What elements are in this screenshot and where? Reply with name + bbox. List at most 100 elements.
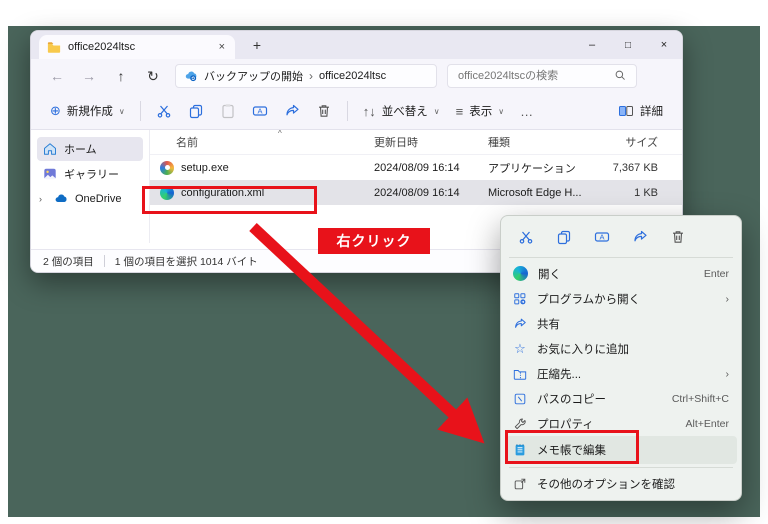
expander-chevron-icon[interactable]: › xyxy=(39,194,47,204)
rename-button[interactable]: A xyxy=(245,98,275,124)
new-button[interactable]: ⊕ 新規作成 ∨ xyxy=(43,98,132,124)
search-box[interactable] xyxy=(447,64,637,88)
menu-item-label: 開く xyxy=(538,268,561,281)
details-label: 詳細 xyxy=(640,106,663,118)
copy-button[interactable] xyxy=(181,98,211,124)
folder-icon xyxy=(47,40,61,54)
annotation-box-configuration-xml xyxy=(142,186,317,214)
svg-text:A: A xyxy=(257,107,262,116)
selection-info: 1 個の項目を選択 1014 バイト xyxy=(114,255,258,268)
edge-icon xyxy=(513,266,528,281)
minimize-button[interactable]: – xyxy=(574,31,610,59)
view-button[interactable]: ≡ 表示 ∨ xyxy=(449,98,511,124)
command-bar: ⊕ 新規作成 ∨ A ↑↓ 並べ替え ∨ ≡ 表示 ∨ … 詳細 xyxy=(31,93,682,130)
menu-item-share[interactable]: 共有 xyxy=(505,311,737,336)
copy-button[interactable] xyxy=(547,224,581,251)
rename-icon: A xyxy=(594,232,610,242)
open-with-icon xyxy=(513,292,527,306)
file-name: setup.exe xyxy=(181,161,229,174)
chevron-right-icon: › xyxy=(309,69,313,83)
menu-item-label: パスのコピー xyxy=(537,393,606,406)
tab-close-icon[interactable]: × xyxy=(217,41,227,53)
sidebar-item-label: ホーム xyxy=(64,144,97,156)
share-icon xyxy=(634,230,647,242)
view-label: 表示 xyxy=(469,106,493,118)
menu-divider xyxy=(509,257,733,258)
menu-shortcut: Enter xyxy=(703,267,729,280)
window-controls: – □ × xyxy=(574,31,682,59)
menu-item-open-with[interactable]: プログラムから開く › xyxy=(505,286,737,311)
cut-button[interactable] xyxy=(509,224,543,251)
delete-button[interactable] xyxy=(661,224,695,251)
share-button[interactable] xyxy=(623,224,657,251)
view-icon: ≡ xyxy=(455,103,464,119)
explorer-tab[interactable]: office2024ltsc × xyxy=(39,35,235,59)
sidebar: ホーム ギャラリー › OneDrive xyxy=(31,130,149,243)
new-tab-button[interactable]: + xyxy=(246,34,268,56)
column-headers: ^ 名前 更新日時 種類 サイズ xyxy=(150,129,682,155)
menu-item-label: プログラムから開く xyxy=(537,293,641,306)
cut-icon xyxy=(156,103,172,119)
cut-button[interactable] xyxy=(149,98,179,124)
column-header-modified[interactable]: 更新日時 xyxy=(374,134,488,150)
file-modified: 2024/08/09 16:14 xyxy=(374,186,460,199)
more-button[interactable]: … xyxy=(513,99,540,124)
sidebar-item-home[interactable]: ホーム xyxy=(37,137,143,161)
chevron-down-icon: ∨ xyxy=(498,106,505,116)
menu-item-show-more-options[interactable]: その他のオプションを確認 xyxy=(505,471,737,496)
zip-folder-icon xyxy=(513,367,527,381)
file-size: 1 KB xyxy=(634,186,658,199)
chevron-down-icon: ∨ xyxy=(118,106,125,116)
delete-button[interactable] xyxy=(309,98,339,124)
breadcrumb-segment[interactable]: バックアップの開始 xyxy=(204,68,303,84)
back-icon[interactable]: ← xyxy=(41,68,73,84)
file-row-setup[interactable]: setup.exe 2024/08/09 16:14 アプリケーション 7,36… xyxy=(150,155,682,180)
submenu-chevron-icon: › xyxy=(725,292,730,305)
column-header-name[interactable]: 名前 xyxy=(150,134,374,150)
plus-circle-icon: ⊕ xyxy=(50,103,61,118)
home-icon xyxy=(43,142,57,156)
svg-text:A: A xyxy=(599,233,604,242)
new-label: 新規作成 xyxy=(66,106,113,118)
sidebar-item-onedrive[interactable]: › OneDrive xyxy=(37,187,143,211)
menu-shortcut: Ctrl+Shift+C xyxy=(671,392,729,405)
sidebar-item-gallery[interactable]: ギャラリー xyxy=(37,162,143,186)
forward-icon[interactable]: → xyxy=(73,68,105,84)
sidebar-item-label: OneDrive xyxy=(75,193,122,205)
toolbar-divider xyxy=(346,101,348,121)
refresh-icon[interactable]: ↻ xyxy=(137,68,169,85)
submenu-chevron-icon: › xyxy=(725,367,730,380)
copy-path-icon xyxy=(513,392,527,406)
breadcrumb[interactable]: バックアップの開始 › office2024ltsc xyxy=(175,64,437,88)
details-pane-button[interactable]: 詳細 xyxy=(611,98,670,124)
sort-button[interactable]: ↑↓ 並べ替え ∨ xyxy=(356,98,447,124)
menu-item-add-favorites[interactable]: ☆ お気に入りに追加 xyxy=(505,336,737,361)
setup-exe-icon xyxy=(160,160,174,175)
sort-icon: ↑↓ xyxy=(362,103,376,119)
file-modified: 2024/08/09 16:14 xyxy=(374,161,460,174)
star-icon: ☆ xyxy=(514,340,526,356)
column-header-type[interactable]: 種類 xyxy=(488,134,590,150)
breadcrumb-segment[interactable]: office2024ltsc xyxy=(319,70,386,82)
rename-icon: A xyxy=(252,103,268,119)
rename-button[interactable]: A xyxy=(585,224,619,251)
maximize-button[interactable]: □ xyxy=(610,31,646,59)
onedrive-icon xyxy=(54,192,68,206)
up-icon[interactable]: ↑ xyxy=(105,68,137,84)
share-button[interactable] xyxy=(277,98,307,124)
menu-item-copy-path[interactable]: パスのコピー Ctrl+Shift+C xyxy=(505,386,737,411)
copy-icon xyxy=(557,230,571,245)
file-type: Microsoft Edge H... xyxy=(488,186,582,199)
column-header-size[interactable]: サイズ xyxy=(590,134,658,150)
file-size: 7,367 KB xyxy=(612,161,658,174)
paste-button[interactable] xyxy=(213,98,243,124)
close-button[interactable]: × xyxy=(646,31,682,59)
menu-item-open[interactable]: 開く Enter xyxy=(505,261,737,286)
annotation-box-edit-notepad xyxy=(505,430,639,464)
sidebar-item-label: ギャラリー xyxy=(64,169,119,181)
cut-icon xyxy=(519,231,533,244)
share-icon xyxy=(284,103,300,119)
search-input[interactable] xyxy=(456,69,614,83)
menu-item-compress[interactable]: 圧縮先... › xyxy=(505,361,737,386)
more-options-icon xyxy=(513,477,527,491)
